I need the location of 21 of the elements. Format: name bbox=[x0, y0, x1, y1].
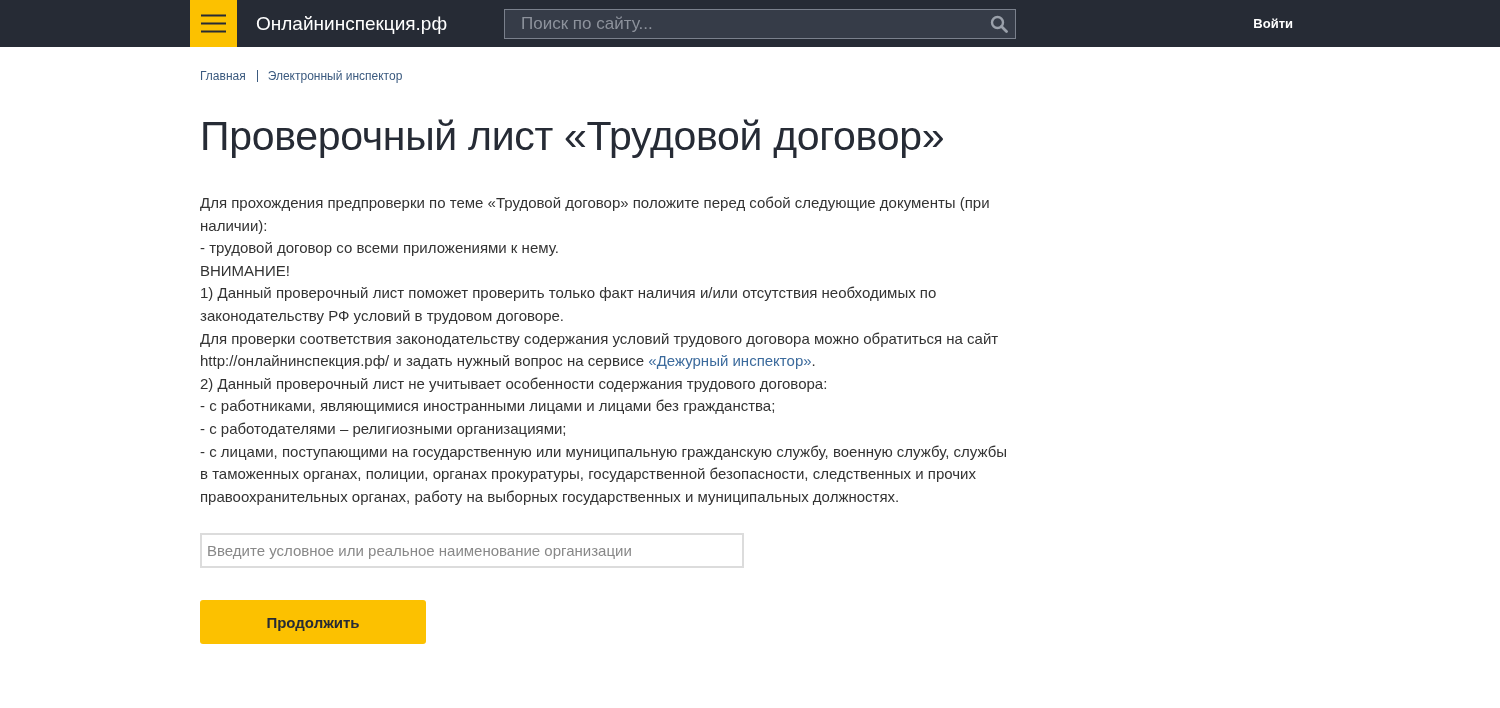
intro-paragraph: 1) Данный проверочный лист поможет проверить только факт наличия и/или отсутствия необходимых по законодательству РФ условий в трудовом договоре. bbox=[200, 283, 938, 326]
menu-icon bbox=[201, 14, 226, 33]
continue-button[interactable]: Продолжить bbox=[200, 600, 426, 645]
site-logo[interactable]: Онлайнинспекция.рф bbox=[256, 12, 504, 35]
page-title: Проверочный лист «Трудовой договор» bbox=[200, 112, 946, 161]
login-link[interactable]: Войти bbox=[1253, 16, 1293, 31]
intro-paragraph: ВНИМАНИЕ! bbox=[200, 260, 291, 281]
breadcrumb-link[interactable]: Главная bbox=[200, 69, 246, 83]
intro-paragraph: - трудовой договор со всеми приложениями к нему. bbox=[200, 238, 560, 259]
search-field[interactable]: Поиск по сайту... bbox=[504, 8, 1016, 39]
organization-name-field[interactable]: Введите условное или реальное наименование организации bbox=[200, 533, 744, 569]
search-icon bbox=[990, 14, 1008, 33]
intro-paragraph: - с работниками, являющимися иностранными лицами и лицами без гражданства; bbox=[200, 396, 777, 417]
intro-paragraph: 2) Данный проверочный лист не учитывает особенности содержания трудового договора: bbox=[200, 373, 829, 394]
intro-paragraph: - с работодателями – религиозными организациями; bbox=[200, 418, 568, 439]
intro-paragraph: Для прохождения предпроверки по теме «Трудовой договор» положите перед собой следующие документы (при наличии): bbox=[200, 193, 991, 236]
breadcrumb-link[interactable]: Электронный инспектор bbox=[267, 69, 403, 83]
intro-paragraph: Для проверки соответствия законодательству содержания условий трудового договора можно обратиться на сайт http://онлайнинспекция.рф/ и задать нужный вопрос на сервисе «Дежурный инспектор». bbox=[200, 328, 1000, 372]
menu-button[interactable] bbox=[190, 0, 237, 47]
intro-paragraph: - с лицами, поступающими на государственную или муниципальную гражданскую службу, военную службу, службы в таможенных органах, полиции, органах прокуратуры, государственной безопасности, следственных и прочих правоохранительных органах, работу на выборных государственных и муниципальных должностях. bbox=[200, 441, 1009, 507]
duty-inspector-link[interactable]: «Дежурный инспектор» bbox=[648, 352, 812, 370]
